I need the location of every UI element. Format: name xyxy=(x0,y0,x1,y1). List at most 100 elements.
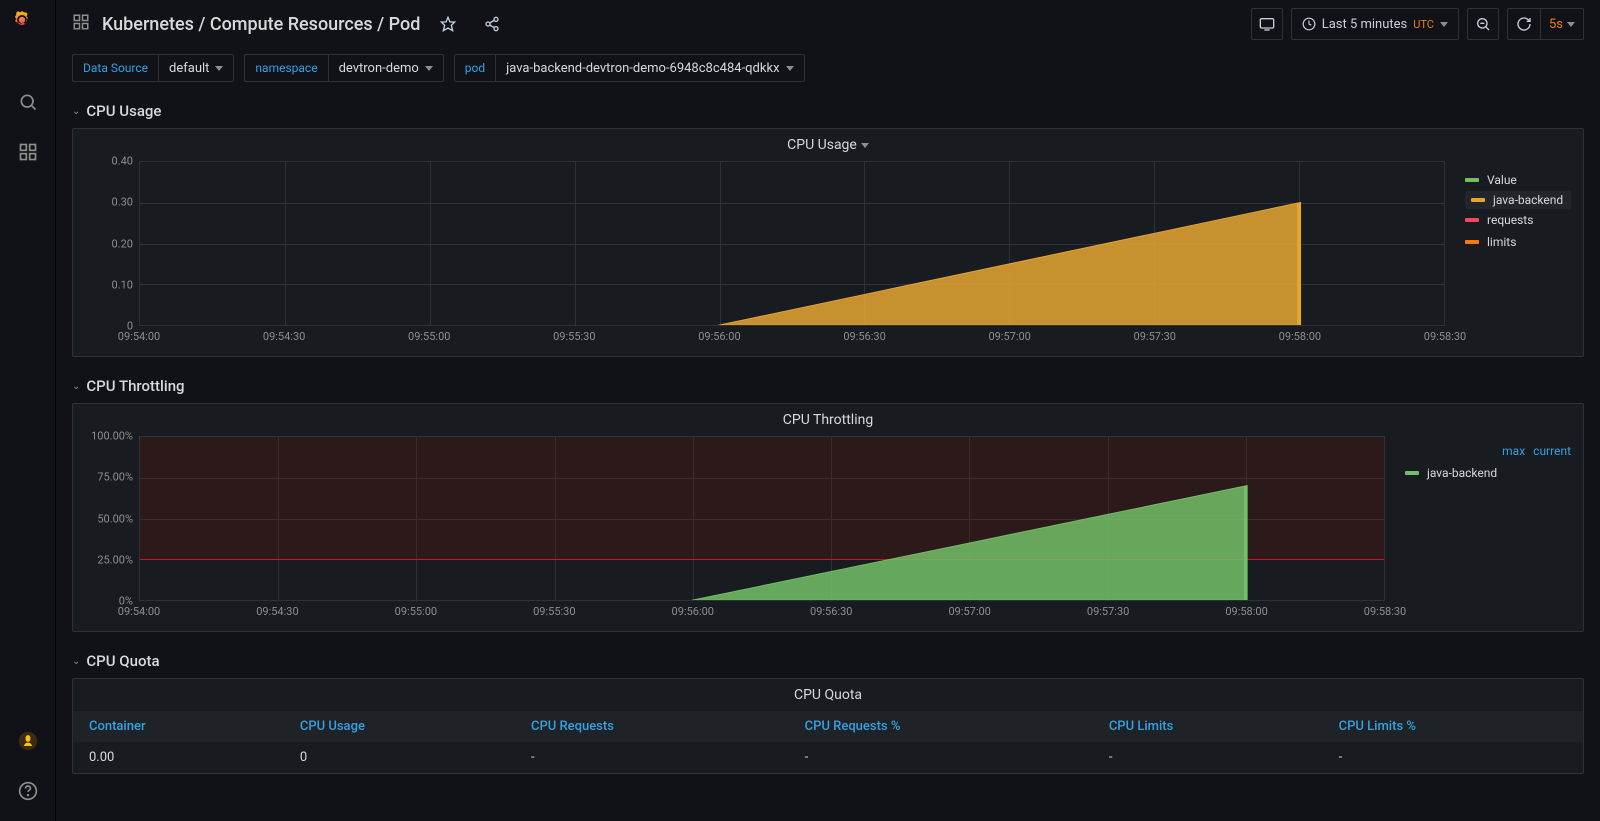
ytick: 75.00% xyxy=(97,471,133,484)
xtick: 09:54:30 xyxy=(256,605,298,618)
chevron-down-icon xyxy=(861,143,869,148)
legend-item[interactable]: limits xyxy=(1465,231,1571,253)
chevron-down-icon: ⌄ xyxy=(72,656,80,667)
xtick: 09:55:00 xyxy=(395,605,437,618)
dashboard-content: ⌄ CPU Usage CPU Usage 00.100.200.300.40 … xyxy=(56,94,1600,821)
dashboards-icon[interactable] xyxy=(8,132,48,172)
ytick: 0.30 xyxy=(112,196,133,209)
xtick: 09:55:30 xyxy=(553,330,595,343)
table-cell: 0 xyxy=(284,742,515,773)
legend-swatch xyxy=(1471,198,1485,202)
chevron-down-icon xyxy=(215,66,223,71)
time-range-picker[interactable]: Last 5 minutes UTC xyxy=(1291,8,1459,40)
ytick: 25.00% xyxy=(97,553,133,566)
cpu-usage-xaxis: 09:54:0009:54:3009:55:0009:55:3009:56:00… xyxy=(139,326,1445,348)
time-range-label: Last 5 minutes xyxy=(1322,17,1408,32)
variable-bar: Data Source default namespace devtron-de… xyxy=(56,48,1600,94)
legend-item[interactable]: java-backend xyxy=(1465,191,1571,209)
panel-cpu-usage: CPU Usage 00.100.200.300.40 09:54:0009:5… xyxy=(72,128,1584,357)
refresh-button[interactable] xyxy=(1507,8,1541,40)
ytick: 0.10 xyxy=(112,278,133,291)
xtick: 09:56:30 xyxy=(843,330,885,343)
xtick: 09:55:30 xyxy=(533,605,575,618)
grafana-logo[interactable] xyxy=(12,10,44,42)
xtick: 09:56:00 xyxy=(672,605,714,618)
panel-cpu-throttling: CPU Throttling 0%25.00%50.00%75.00%100.0… xyxy=(72,403,1584,632)
cpu-usage-plot[interactable] xyxy=(139,161,1445,326)
panel-cpu-quota-title[interactable]: CPU Quota xyxy=(73,679,1583,711)
cpu-usage-legend: Valuejava-backend requests limits xyxy=(1445,161,1575,348)
help-icon[interactable] xyxy=(8,771,48,811)
panel-cpu-quota: CPU Quota ContainerCPU UsageCPU Requests… xyxy=(72,678,1584,774)
var-pod-label: pod xyxy=(454,54,495,82)
row-cpu-throttling[interactable]: ⌄ CPU Throttling xyxy=(72,369,1584,403)
star-icon[interactable] xyxy=(432,8,464,40)
xtick: 09:54:30 xyxy=(263,330,305,343)
chevron-down-icon: ⌄ xyxy=(72,106,80,117)
cpu-quota-table: ContainerCPU UsageCPU RequestsCPU Reques… xyxy=(73,711,1583,773)
legend-header[interactable]: current xyxy=(1533,444,1571,458)
ytick: 100.00% xyxy=(91,430,133,443)
row-cpu-usage[interactable]: ⌄ CPU Usage xyxy=(72,94,1584,128)
legend-header[interactable]: max xyxy=(1502,444,1525,458)
sidebar xyxy=(0,0,56,821)
var-pod-picker[interactable]: java-backend-devtron-demo-6948c8c484-qdk… xyxy=(495,54,804,82)
table-row: 0.000---- xyxy=(73,742,1583,773)
xtick: 09:57:00 xyxy=(948,605,990,618)
xtick: 09:58:00 xyxy=(1279,330,1321,343)
chevron-down-icon: ⌄ xyxy=(72,381,80,392)
legend-label: requests xyxy=(1487,213,1533,227)
panel-cpu-usage-title[interactable]: CPU Usage xyxy=(73,129,1583,161)
xtick: 09:58:30 xyxy=(1364,605,1406,618)
legend-swatch xyxy=(1465,178,1479,182)
row-title: CPU Usage xyxy=(86,102,161,120)
legend-item[interactable]: java-backend xyxy=(1405,462,1571,484)
legend-item[interactable]: requests xyxy=(1465,209,1571,231)
cpu-usage-yaxis: 00.100.200.300.40 xyxy=(81,161,139,326)
main: Kubernetes / Compute Resources / Pod Las… xyxy=(56,0,1600,821)
chevron-down-icon xyxy=(786,66,794,71)
var-namespace-picker[interactable]: devtron-demo xyxy=(328,54,444,82)
var-datasource-picker[interactable]: default xyxy=(158,54,234,82)
xtick: 09:55:00 xyxy=(408,330,450,343)
table-header[interactable]: CPU Requests % xyxy=(789,711,1093,742)
dashboard-icon xyxy=(72,13,90,35)
ytick: 0.40 xyxy=(112,155,133,168)
profile-icon[interactable] xyxy=(8,721,48,761)
chevron-down-icon xyxy=(425,66,433,71)
ytick: 50.00% xyxy=(97,512,133,525)
breadcrumb[interactable]: Kubernetes / Compute Resources / Pod xyxy=(102,14,420,35)
cpu-throttling-yaxis: 0%25.00%50.00%75.00%100.00% xyxy=(81,436,139,601)
ytick: 0.20 xyxy=(112,237,133,250)
search-icon[interactable] xyxy=(8,82,48,122)
legend-swatch xyxy=(1465,218,1479,222)
row-title: CPU Quota xyxy=(86,652,159,670)
table-header[interactable]: CPU Requests xyxy=(515,711,789,742)
xtick: 09:58:00 xyxy=(1225,605,1267,618)
xtick: 09:58:30 xyxy=(1424,330,1466,343)
cpu-throttling-legend: max current java-backend xyxy=(1385,436,1575,623)
tv-mode-icon[interactable] xyxy=(1251,8,1283,40)
cpu-throttling-plot[interactable] xyxy=(139,436,1385,601)
legend-label: java-backend xyxy=(1427,466,1497,480)
panel-cpu-throttling-title[interactable]: CPU Throttling xyxy=(73,404,1583,436)
row-cpu-quota[interactable]: ⌄ CPU Quota xyxy=(72,644,1584,678)
table-header[interactable]: CPU Usage xyxy=(284,711,515,742)
table-cell: - xyxy=(1093,742,1323,773)
chevron-down-icon xyxy=(1440,22,1448,27)
table-header[interactable]: Container xyxy=(73,711,284,742)
table-header[interactable]: CPU Limits % xyxy=(1323,711,1583,742)
xtick: 09:56:00 xyxy=(698,330,740,343)
xtick: 09:57:30 xyxy=(1087,605,1129,618)
share-icon[interactable] xyxy=(476,8,508,40)
legend-swatch xyxy=(1405,471,1419,475)
chevron-down-icon xyxy=(1567,22,1575,27)
table-header[interactable]: CPU Limits xyxy=(1093,711,1323,742)
legend-item[interactable]: Value xyxy=(1465,169,1571,191)
xtick: 09:56:30 xyxy=(810,605,852,618)
refresh-interval-picker[interactable]: 5s xyxy=(1541,8,1584,40)
xtick: 09:54:00 xyxy=(118,330,160,343)
refresh-interval-label: 5s xyxy=(1549,17,1563,32)
timezone-label: UTC xyxy=(1413,18,1434,31)
zoom-out-icon[interactable] xyxy=(1467,8,1499,40)
